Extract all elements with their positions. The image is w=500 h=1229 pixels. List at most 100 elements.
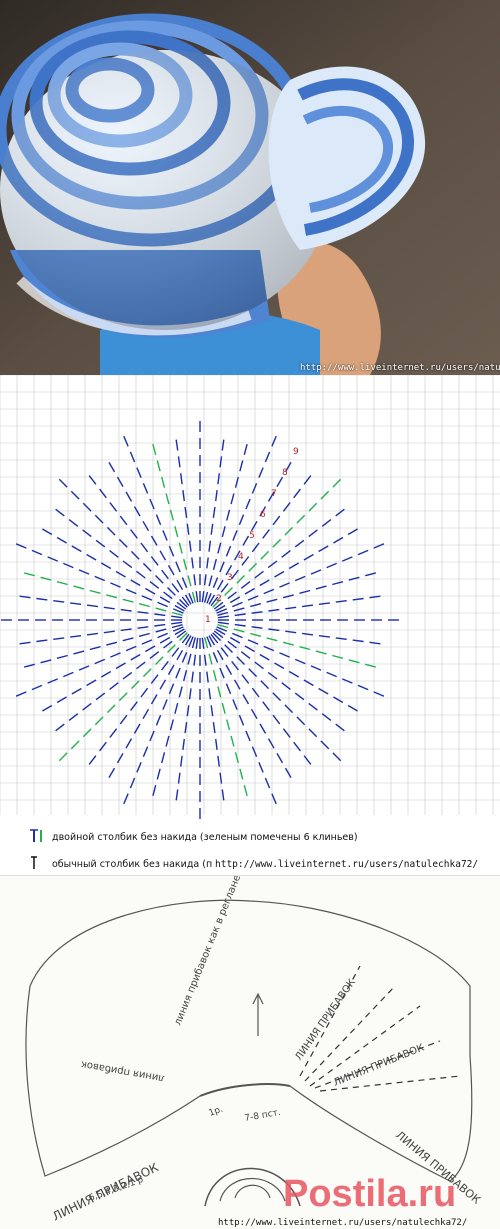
stitch-mark: [254, 661, 264, 670]
chart-grid: [0, 375, 500, 815]
stitch-mark: [176, 649, 184, 661]
stitch-mark: [70, 635, 82, 638]
stitch-mark: [293, 488, 301, 499]
stitch-mark: [251, 626, 263, 629]
stitch-mark: [120, 608, 132, 612]
stitch-mark: [227, 591, 237, 600]
stitch-mark: [373, 543, 385, 549]
stitch-mark: [155, 575, 164, 584]
stitch-mark: [347, 704, 358, 712]
stitch-mark: [149, 730, 155, 742]
wedge-stitch-mark: [106, 704, 116, 714]
stitch-mark: [318, 545, 329, 553]
stitch-mark: [310, 665, 322, 671]
stitch-mark: [248, 668, 258, 678]
crochet-chart: 1 2 3 4 5 6 7 8 9 двойной столбик без накида (зе…: [0, 375, 500, 875]
stitch-mark: [36, 639, 48, 643]
stitch-mark: [179, 599, 188, 608]
stitch-mark: [243, 444, 248, 455]
stitch-mark: [212, 506, 216, 518]
wedge-stitch-mark: [217, 686, 222, 698]
stitch-mark: [357, 684, 369, 691]
stitch-mark: [242, 535, 250, 546]
stitch-mark: [204, 591, 209, 603]
stitch-mark: [140, 542, 149, 553]
stitch-mark: [181, 652, 188, 663]
inner-arc: [199, 1083, 291, 1097]
stitch-mark: [188, 688, 192, 700]
stitch-mark: [150, 694, 158, 705]
stitch-mark: [150, 674, 159, 684]
visor-sketch: ЛИНИЯ ПРИБАВОК 1р. 7-8 пст. 6,5,4,3,2,1 …: [0, 875, 500, 1229]
stitch-mark: [219, 667, 225, 679]
stitch-mark: [264, 451, 271, 463]
visor-sketch-drawing: ЛИНИЯ ПРИБАВОК 1р. 7-8 пст. 6,5,4,3,2,1 …: [25, 876, 483, 1228]
wedge-stitch-mark: [320, 490, 330, 500]
stitch-mark: [108, 767, 116, 778]
stitch-mark: [250, 520, 258, 532]
stitch-mark: [159, 636, 171, 644]
stitch-mark: [326, 562, 337, 569]
stitch-mark: [159, 550, 167, 561]
stitch-mark: [161, 569, 169, 580]
label-increase-top-right: ЛИНИЯ ПРИБАВОК: [332, 1042, 426, 1088]
stitch-mark: [116, 476, 124, 487]
wedge-stitch-mark: [70, 740, 80, 750]
wedge-stitch-mark: [332, 654, 344, 659]
wedge-stitch-mark: [272, 538, 282, 548]
stitch-mark: [71, 687, 82, 695]
stitch-mark: [332, 752, 342, 762]
stitch-mark: [219, 561, 225, 573]
stitch-mark: [150, 535, 158, 546]
label-round1: 1р.: [208, 1105, 225, 1119]
stitch-mark: [94, 658, 106, 665]
stitch-mark: [175, 667, 181, 679]
stitch-mark: [231, 660, 239, 671]
stitch-mark: [171, 647, 180, 657]
stitch-mark: [203, 574, 207, 586]
stitch-mark: [268, 608, 280, 612]
stitch-mark: [225, 664, 233, 675]
stitch-mark: [167, 565, 175, 576]
stitch-mark: [299, 589, 311, 594]
label-row-count: 7-8 пст.: [244, 1108, 282, 1124]
stitch-mark: [161, 752, 166, 764]
stitch-mark: [141, 639, 153, 645]
stitch-mark: [326, 671, 337, 678]
stitch-mark: [215, 490, 218, 502]
wedge-stitch-mark: [282, 641, 294, 646]
round-number: 8: [282, 468, 288, 478]
stitch-mark: [180, 755, 183, 767]
stitch-mark: [24, 663, 35, 668]
stitch-mark: [177, 456, 181, 468]
hat-photo: http://www.liveinternet.ru/users/natulec…: [0, 0, 500, 375]
stitch-mark: [152, 785, 157, 796]
wedge-stitch-mark: [106, 594, 118, 599]
stitch-mark: [56, 654, 68, 659]
wedge-stitch-mark: [130, 680, 140, 690]
stitch-mark: [119, 714, 128, 725]
stitch-mark: [119, 515, 128, 526]
stitch-mark: [234, 623, 246, 627]
stitch-mark: [259, 579, 270, 587]
stitch-mark: [53, 637, 65, 640]
stitch-mark: [191, 637, 196, 649]
stitch-mark: [42, 528, 53, 536]
stitch-mark: [285, 606, 297, 610]
stitch-mark: [239, 460, 244, 472]
stitch-mark: [156, 768, 161, 780]
stitch-mark: [103, 606, 115, 610]
stitch-mark: [177, 772, 181, 784]
stitch-mark: [221, 439, 225, 451]
round-number: 9: [293, 447, 299, 457]
stitch-mark: [150, 556, 159, 566]
stitch-mark: [294, 692, 305, 701]
stitch-mark: [136, 467, 142, 478]
stitch-mark: [109, 502, 118, 512]
stitch-mark: [55, 723, 65, 732]
wedge-stitch-mark: [260, 550, 270, 560]
stitch-mark: [271, 793, 277, 805]
round-number: 6: [260, 510, 266, 520]
stitch-mark: [285, 630, 297, 634]
stitch-mark: [302, 604, 314, 608]
